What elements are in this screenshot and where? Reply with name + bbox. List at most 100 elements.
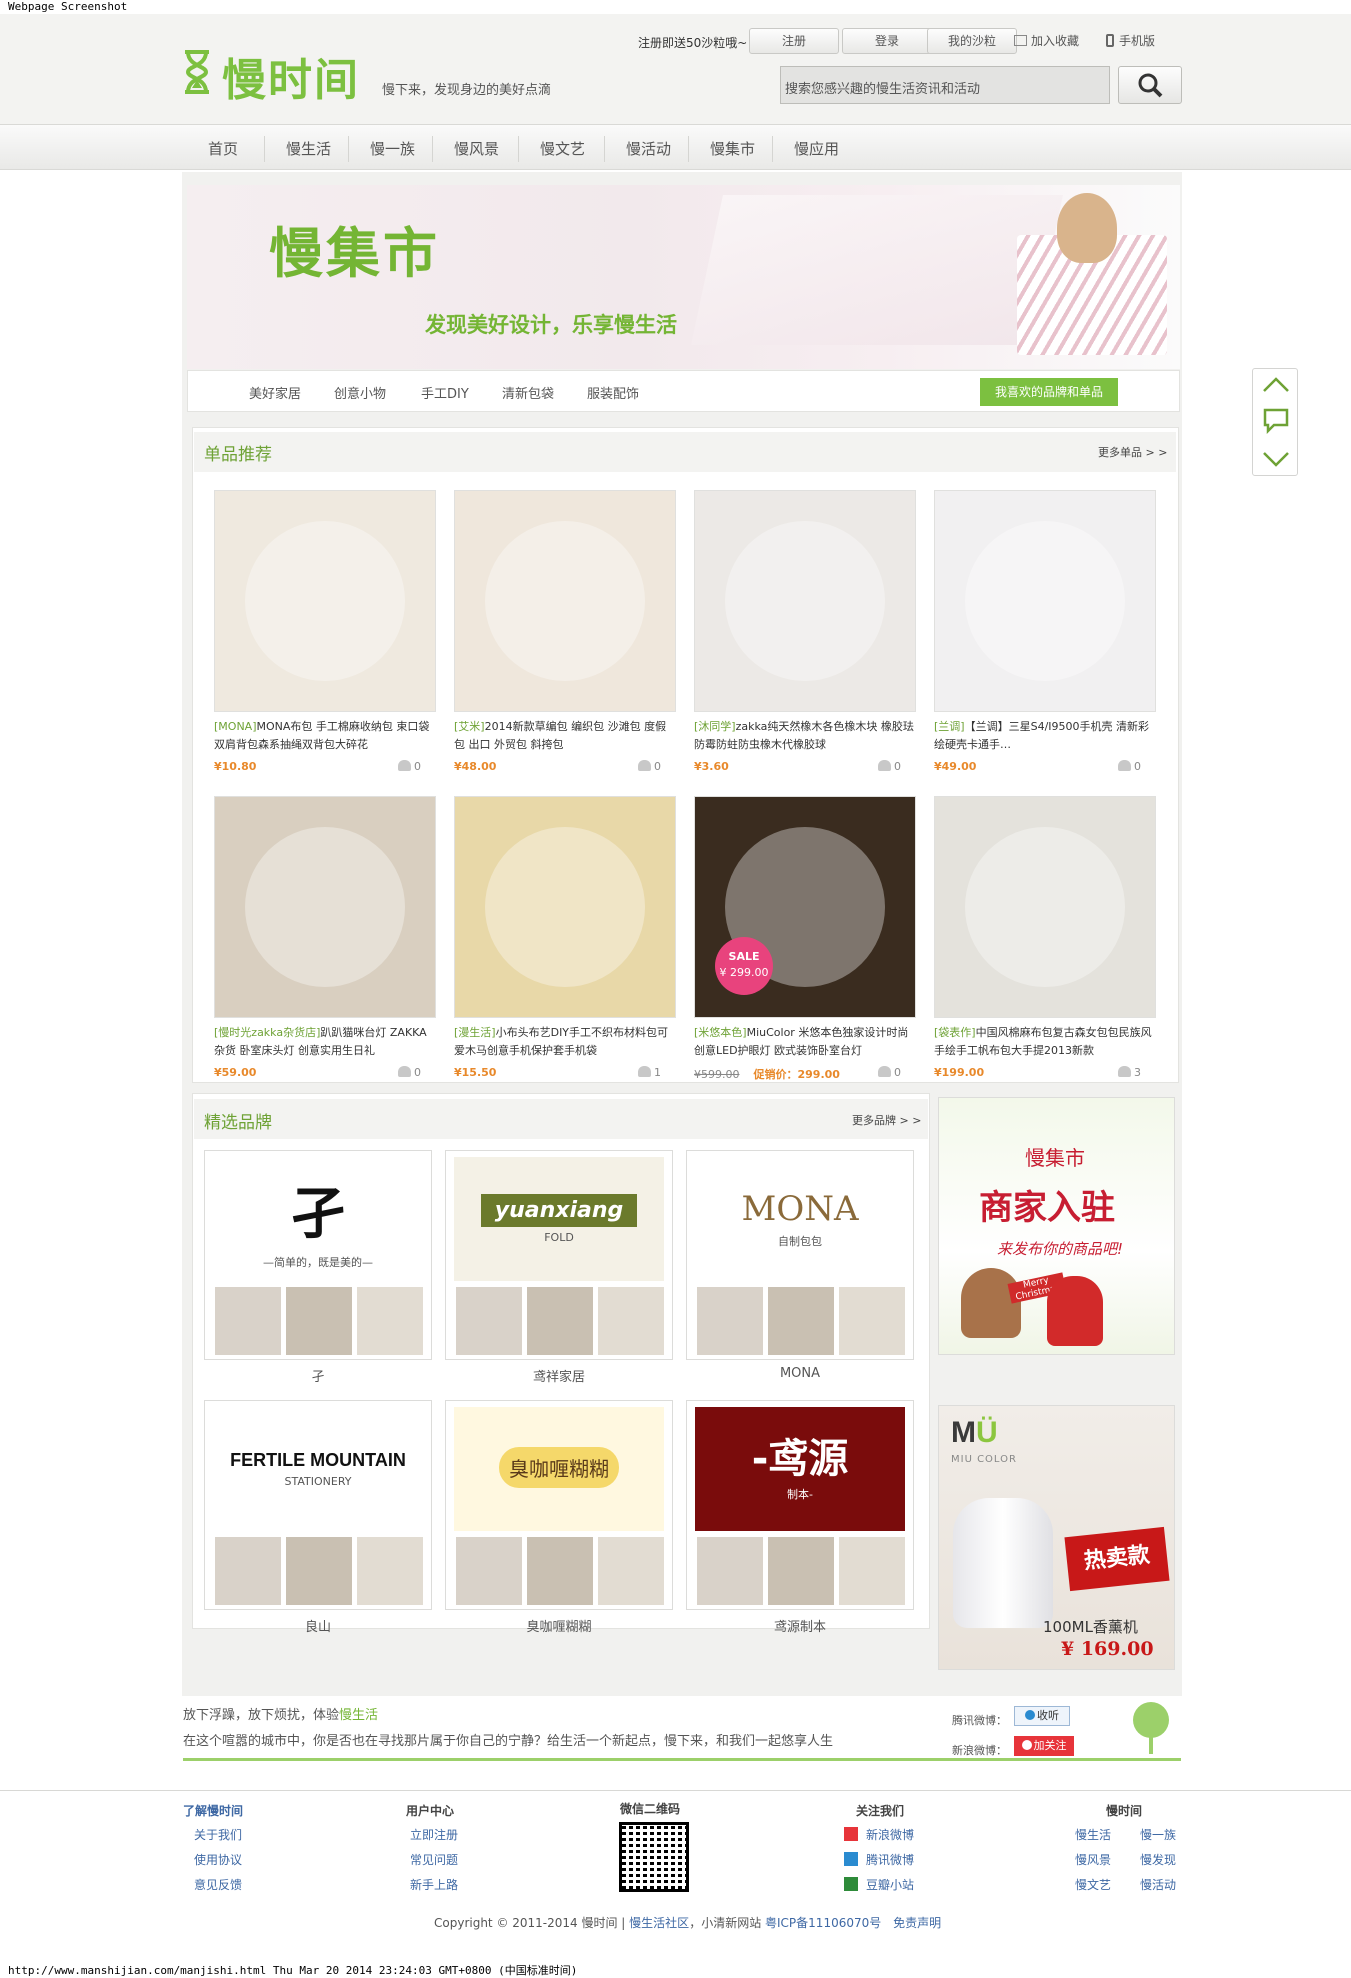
- brand-name[interactable]: 孑: [204, 1366, 432, 1385]
- brand-product-thumb[interactable]: [286, 1537, 352, 1605]
- brand-card[interactable]: 孑 —简单的，既是美的—: [204, 1150, 432, 1360]
- brand-card[interactable]: 臭咖喱糊糊: [445, 1400, 673, 1610]
- nav-item[interactable]: 慢一族: [370, 138, 415, 158]
- tencent-follow-button[interactable]: 收听: [1014, 1706, 1070, 1726]
- brand-product-thumb[interactable]: [357, 1287, 423, 1355]
- brand-product-thumb[interactable]: [527, 1287, 593, 1355]
- nav-item[interactable]: 慢风景: [454, 138, 499, 158]
- product-likes[interactable]: 3: [1118, 1066, 1141, 1079]
- product-title[interactable]: [艾米]2014新款草编包 编织包 沙滩包 度假包 出口 外贸包 斜挎包: [454, 718, 676, 754]
- subnav-item[interactable]: 服装配饰: [587, 383, 639, 402]
- product-title[interactable]: [慢时光zakka杂货店]趴趴猫咪台灯 ZAKKA杂货 卧室床头灯 创意实用生日…: [214, 1024, 436, 1060]
- favorites-button[interactable]: 我喜欢的品牌和单品: [980, 378, 1118, 406]
- brand-product-thumb[interactable]: [527, 1537, 593, 1605]
- brand-name[interactable]: MONA: [686, 1366, 914, 1381]
- footer-link[interactable]: 慢发现: [1140, 1851, 1176, 1868]
- product-title[interactable]: [漫生活]小布头布艺DIY手工不织布材料包可爱木马创意手机保护套手机袋: [454, 1024, 676, 1060]
- brand-name[interactable]: 鸢祥家居: [445, 1366, 673, 1385]
- miu-color-ad[interactable]: MÜ MIU COLOR 热卖款 100ML香薰机 ¥ 169.00: [938, 1405, 1175, 1670]
- brand-product-thumb[interactable]: [357, 1537, 423, 1605]
- footer-link[interactable]: 慢生活: [1075, 1826, 1111, 1843]
- footer-link[interactable]: 意见反馈: [194, 1876, 242, 1893]
- intro-slow-life-link[interactable]: 慢生活: [339, 1708, 378, 1723]
- product-likes[interactable]: 0: [398, 1066, 421, 1079]
- product-image[interactable]: [214, 796, 436, 1018]
- product-shop-tag[interactable]: [米悠本色]: [694, 1026, 747, 1039]
- footer-link[interactable]: 常见问题: [410, 1851, 458, 1868]
- search-button[interactable]: [1118, 66, 1182, 104]
- brand-product-thumb[interactable]: [768, 1287, 834, 1355]
- footer-link[interactable]: 腾讯微博: [844, 1851, 914, 1868]
- more-brands-link[interactable]: 更多品牌 > >: [852, 1112, 921, 1128]
- mobile-link[interactable]: 手机版: [1106, 32, 1155, 49]
- brand-product-thumb[interactable]: [456, 1537, 522, 1605]
- brand-product-thumb[interactable]: [598, 1287, 664, 1355]
- product-title[interactable]: [米悠本色]MiuColor 米悠本色独家设计时尚创意LED护眼灯 欧式装饰卧室…: [694, 1024, 916, 1060]
- nav-item[interactable]: 慢应用: [794, 138, 839, 158]
- search-input[interactable]: 搜索您感兴趣的慢生活资讯和活动: [780, 66, 1110, 104]
- product-likes[interactable]: 0: [398, 760, 421, 773]
- brand-product-thumb[interactable]: [598, 1537, 664, 1605]
- product-likes[interactable]: 0: [878, 760, 901, 773]
- my-sand-button[interactable]: 我的沙粒: [927, 28, 1017, 54]
- product-image[interactable]: [214, 490, 436, 712]
- bookmark-link[interactable]: 加入收藏: [1014, 32, 1079, 49]
- merchant-ad[interactable]: 慢集市 商家入驻 来发布你的商品吧! Merry Christmas: [938, 1097, 1175, 1355]
- footer-link[interactable]: 新手上路: [410, 1876, 458, 1893]
- product-title[interactable]: [袋表作]中国风棉麻布包复古森女包包民族风手绘手工帆布包大手提2013新款: [934, 1024, 1156, 1060]
- footer-link[interactable]: 新浪微博: [844, 1826, 914, 1843]
- brand-product-thumb[interactable]: [456, 1287, 522, 1355]
- nav-item[interactable]: 慢生活: [286, 138, 331, 158]
- nav-item[interactable]: 慢文艺: [540, 138, 585, 158]
- product-title[interactable]: [兰调]【兰调】三星S4/I9500手机壳 清新彩绘硬壳卡通手…: [934, 718, 1156, 754]
- brand-product-thumb[interactable]: [697, 1537, 763, 1605]
- scroll-down-icon[interactable]: [1261, 447, 1291, 471]
- scroll-up-icon[interactable]: [1261, 373, 1291, 397]
- product-image[interactable]: [694, 490, 916, 712]
- nav-item[interactable]: 慢集市: [710, 138, 755, 158]
- product-title[interactable]: [沐同学]zakka纯天然橡木各色橡木块 橡胶珐 防霉防蛀防虫橡木代橡胶球: [694, 718, 916, 754]
- more-products-link[interactable]: 更多单品 > >: [1098, 444, 1167, 460]
- brand-product-thumb[interactable]: [768, 1537, 834, 1605]
- footer-link[interactable]: 慢活动: [1140, 1876, 1176, 1893]
- product-image[interactable]: [454, 490, 676, 712]
- product-shop-tag[interactable]: [沐同学]: [694, 720, 736, 733]
- brand-card[interactable]: -鸢源 制本-: [686, 1400, 914, 1610]
- brand-card[interactable]: yuanxiang FOLD: [445, 1150, 673, 1360]
- brand-product-thumb[interactable]: [839, 1287, 905, 1355]
- footer-link[interactable]: 关于我们: [194, 1826, 242, 1843]
- product-shop-tag[interactable]: [兰调]: [934, 720, 965, 733]
- subnav-item[interactable]: 创意小物: [334, 383, 386, 402]
- footer-link[interactable]: 使用协议: [194, 1851, 242, 1868]
- product-likes[interactable]: 0: [638, 760, 661, 773]
- brand-name[interactable]: 良山: [204, 1616, 432, 1635]
- product-shop-tag[interactable]: [漫生活]: [454, 1026, 496, 1039]
- feedback-icon[interactable]: [1262, 407, 1290, 435]
- footer-link[interactable]: 慢文艺: [1075, 1876, 1111, 1893]
- subnav-item[interactable]: 清新包袋: [502, 383, 554, 402]
- brand-card[interactable]: FERTILE MOUNTAIN STATIONERY: [204, 1400, 432, 1610]
- login-button[interactable]: 登录: [842, 28, 932, 54]
- brand-name[interactable]: 鸢源制本: [686, 1616, 914, 1635]
- brand-product-thumb[interactable]: [215, 1537, 281, 1605]
- product-image[interactable]: [934, 490, 1156, 712]
- brand-card[interactable]: MONA 自制包包: [686, 1150, 914, 1360]
- footer-link[interactable]: 豆瓣小站: [844, 1876, 914, 1893]
- slow-life-community-link[interactable]: 慢生活社区: [629, 1916, 689, 1930]
- disclaimer-link[interactable]: 免责声明: [893, 1916, 941, 1930]
- subnav-item[interactable]: 手工DIY: [421, 383, 469, 402]
- product-shop-tag[interactable]: [艾米]: [454, 720, 485, 733]
- brand-product-thumb[interactable]: [286, 1287, 352, 1355]
- product-likes[interactable]: 0: [1118, 760, 1141, 773]
- product-shop-tag[interactable]: [袋表作]: [934, 1026, 976, 1039]
- product-image[interactable]: [454, 796, 676, 1018]
- icp-link[interactable]: 粤ICP备11106070号: [765, 1916, 881, 1930]
- brand-product-thumb[interactable]: [839, 1537, 905, 1605]
- subnav-item[interactable]: 美好家居: [249, 383, 301, 402]
- brand-product-thumb[interactable]: [215, 1287, 281, 1355]
- sina-follow-button[interactable]: 加关注: [1014, 1736, 1074, 1756]
- register-button[interactable]: 注册: [749, 28, 839, 54]
- product-likes[interactable]: 1: [638, 1066, 661, 1079]
- product-likes[interactable]: 0: [878, 1066, 901, 1079]
- brand-name[interactable]: 臭咖喱糊糊: [445, 1616, 673, 1635]
